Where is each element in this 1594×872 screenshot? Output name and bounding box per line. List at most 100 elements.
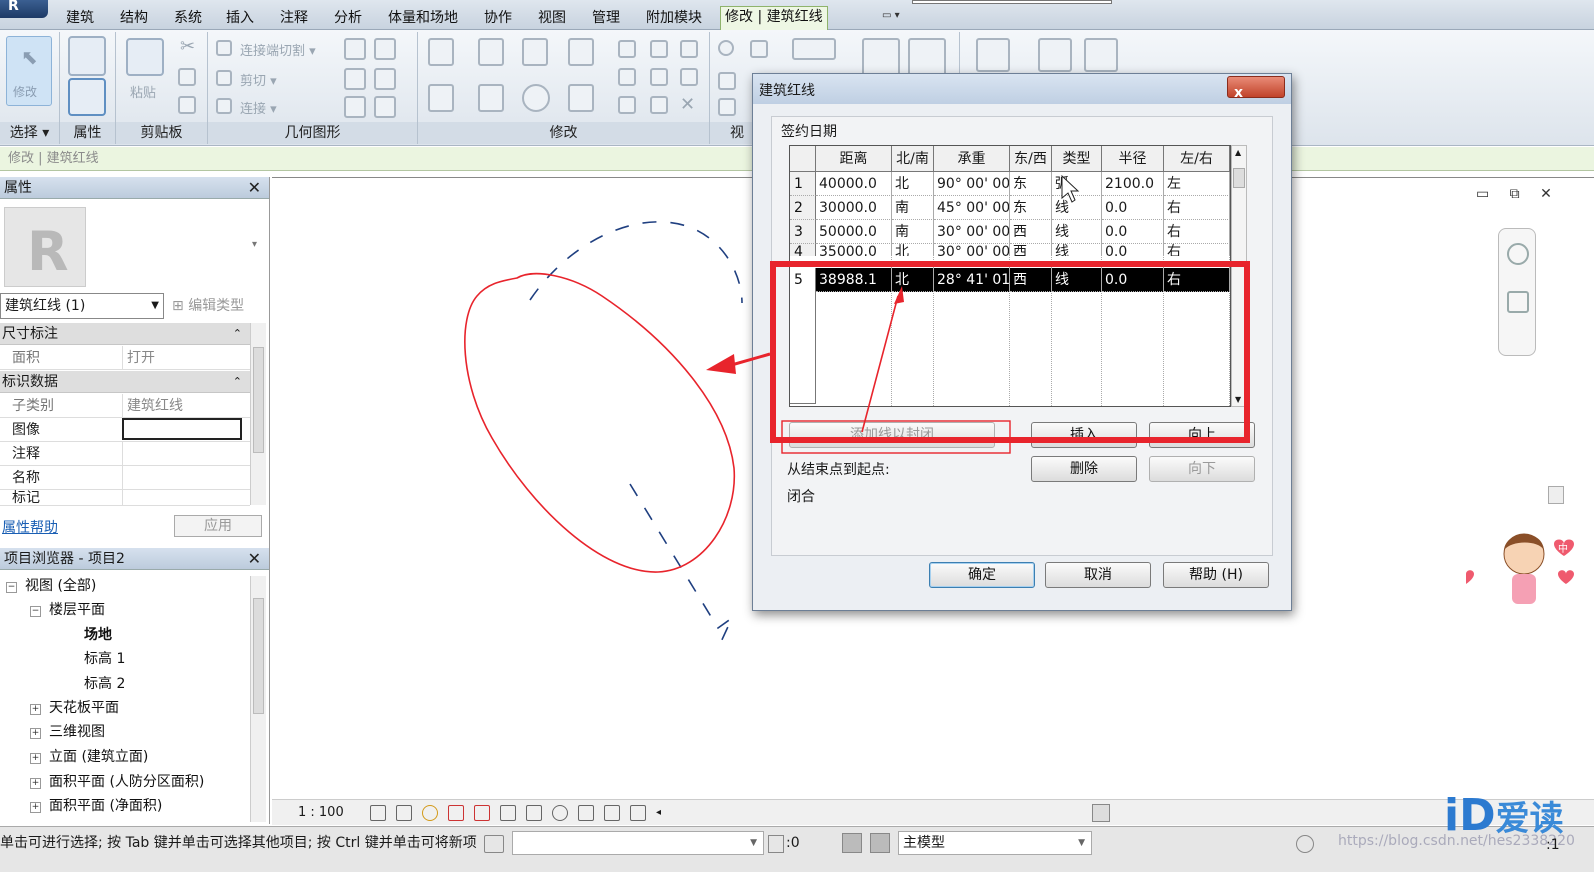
join-button[interactable]: 连接 ▾	[240, 98, 277, 117]
table-cell[interactable]: 右	[1164, 268, 1230, 292]
edit-sketch-icon[interactable]	[1038, 38, 1072, 72]
table-cell[interactable]: 右	[1164, 196, 1230, 220]
demolish-icon[interactable]	[374, 68, 396, 90]
reveal-hidden-icon[interactable]	[552, 805, 568, 821]
edit-table-icon[interactable]	[1084, 38, 1118, 72]
tree-item[interactable]: + 立面 (建筑立面)	[30, 747, 148, 767]
table-cell[interactable]: 西	[1010, 268, 1052, 292]
delete-x-icon[interactable]: ✕	[680, 94, 695, 115]
zoom-icon[interactable]	[1507, 291, 1529, 313]
property-value[interactable]	[122, 466, 242, 490]
unpin-icon[interactable]	[680, 40, 698, 58]
tree-item[interactable]: + 面积平面 (净面积)	[30, 796, 162, 816]
paint-icon[interactable]	[344, 68, 366, 90]
expand-toggle-icon[interactable]: +	[30, 778, 41, 789]
copy-icon[interactable]	[178, 68, 196, 86]
cope-button[interactable]: 连接端切割 ▾	[240, 40, 316, 59]
collapse-toggle-icon[interactable]: −	[6, 582, 17, 593]
tab-insert[interactable]: 插入	[222, 8, 258, 30]
property-value[interactable]: 建筑红线	[122, 394, 242, 418]
table-row[interactable]: 2 30000.0 南 45° 00' 00 东线 0.0 右	[790, 196, 1230, 220]
expand-toggle-icon[interactable]: +	[30, 704, 41, 715]
scrollbar-thumb[interactable]	[1233, 168, 1245, 188]
property-value[interactable]: 打开	[122, 346, 242, 370]
join-roof-icon[interactable]	[344, 96, 366, 118]
table-cell[interactable]: 30° 00' 00	[934, 244, 1010, 256]
lightbulb-icon[interactable]	[718, 40, 734, 56]
table-cell[interactable]: 28° 41' 01	[934, 268, 1010, 292]
table-cell[interactable]: 30000.0	[816, 196, 892, 220]
property-value[interactable]	[122, 442, 242, 466]
tree-item[interactable]: 标高 1	[84, 649, 125, 669]
scroll-left-icon[interactable]: ◂	[656, 800, 661, 826]
chevron-down-icon[interactable]: ▾	[252, 239, 257, 250]
table-cell[interactable]: 北	[892, 172, 934, 196]
cut-button[interactable]: 剪切 ▾	[240, 70, 277, 89]
add-line-to-close-button[interactable]: 添加线以封闭	[789, 422, 995, 448]
tree-item[interactable]: 标高 2	[84, 674, 125, 694]
section-dimensions[interactable]: 尺寸标注 ⌃	[0, 323, 250, 345]
table-cell[interactable]: 45° 00' 00	[934, 196, 1010, 220]
tab-architecture[interactable]: 建筑	[62, 8, 98, 30]
tab-view[interactable]: 视图	[534, 8, 570, 30]
visual-style-icon[interactable]	[396, 805, 412, 821]
table-cell[interactable]: 3	[790, 220, 816, 244]
table-row[interactable]: 3 50000.0 南 30° 00' 00 西线 0.0 右	[790, 220, 1230, 244]
property-line-table[interactable]: 距离 北/南 承重 东/西 类型 半径 左/右 1 40000.0 北 90° 00' 00 东弧 21…	[789, 145, 1231, 407]
cancel-button[interactable]: 取消	[1045, 562, 1151, 588]
view-scale[interactable]: 1 : 100	[298, 800, 344, 826]
offset-icon[interactable]	[478, 38, 504, 66]
tab-systems[interactable]: 系统	[170, 8, 206, 30]
table-cell[interactable]: 0.0	[1102, 268, 1164, 292]
rotate-icon[interactable]	[522, 84, 550, 112]
tree-item[interactable]: + 天花板平面	[30, 698, 119, 718]
property-value[interactable]	[122, 490, 242, 505]
table-cell[interactable]: 北	[892, 244, 934, 256]
brush-icon[interactable]	[718, 72, 736, 90]
table-cell[interactable]: 0.0	[1102, 220, 1164, 244]
tree-item[interactable]: 场地	[84, 625, 112, 645]
workset-dropdown[interactable]: ▼	[512, 831, 764, 855]
close-icon[interactable]: ✕	[248, 548, 261, 570]
crop-view-icon[interactable]	[474, 805, 490, 821]
image-value-field[interactable]	[122, 418, 242, 440]
panel-select-label[interactable]: 选择 ▾	[0, 122, 59, 144]
tab-addins[interactable]: 附加模块	[642, 8, 706, 30]
table-cell[interactable]: 右	[1164, 220, 1230, 244]
properties-icon[interactable]	[68, 36, 106, 76]
table-row[interactable]: 4 35000.0 北 30° 00' 00 西线 0.0 右	[790, 244, 1230, 256]
table-cell[interactable]: 右	[1164, 244, 1230, 256]
split-face-icon[interactable]	[374, 38, 396, 60]
warning-icon[interactable]	[976, 38, 1010, 72]
scroll-down-icon[interactable]: ▼	[1235, 395, 1241, 404]
title-search-box[interactable]	[912, 0, 1112, 4]
table-cell[interactable]: 南	[892, 220, 934, 244]
match-properties-icon[interactable]	[178, 96, 196, 114]
table-cell[interactable]: 0.0	[1102, 196, 1164, 220]
eraser-icon[interactable]	[718, 98, 736, 116]
wall-joins-icon[interactable]	[344, 38, 366, 60]
split-element-icon[interactable]	[618, 40, 636, 58]
properties-scrollbar[interactable]	[250, 323, 266, 505]
copy-elements-icon[interactable]	[478, 84, 504, 112]
shadows-icon[interactable]	[448, 805, 464, 821]
table-cell[interactable]: 40000.0	[816, 172, 892, 196]
design-option-dropdown[interactable]: 主模型 ▼	[898, 831, 1092, 855]
tab-massing-site[interactable]: 体量和场地	[384, 8, 462, 30]
tab-manage[interactable]: 管理	[588, 8, 624, 30]
tab-structure[interactable]: 结构	[116, 8, 152, 30]
expand-toggle-icon[interactable]: +	[30, 753, 41, 764]
split-gap-icon[interactable]	[650, 40, 668, 58]
dialog-title-bar[interactable]: 建筑红线 x	[753, 74, 1291, 104]
table-cell[interactable]: 线	[1052, 244, 1102, 256]
table-cell[interactable]: 0.0	[1102, 244, 1164, 256]
scrollbar-thumb[interactable]	[1548, 486, 1564, 504]
horizontal-scroll-thumb[interactable]	[1092, 804, 1110, 822]
type-properties-icon[interactable]	[68, 78, 106, 116]
tab-annotate[interactable]: 注释	[276, 8, 312, 30]
close-icon[interactable]: ✕	[248, 177, 261, 199]
canvas-scrollbar[interactable]	[1548, 186, 1564, 796]
steering-wheel-icon[interactable]	[1507, 243, 1529, 265]
expand-toggle-icon[interactable]: +	[30, 728, 41, 739]
scale-icon[interactable]	[650, 68, 668, 86]
